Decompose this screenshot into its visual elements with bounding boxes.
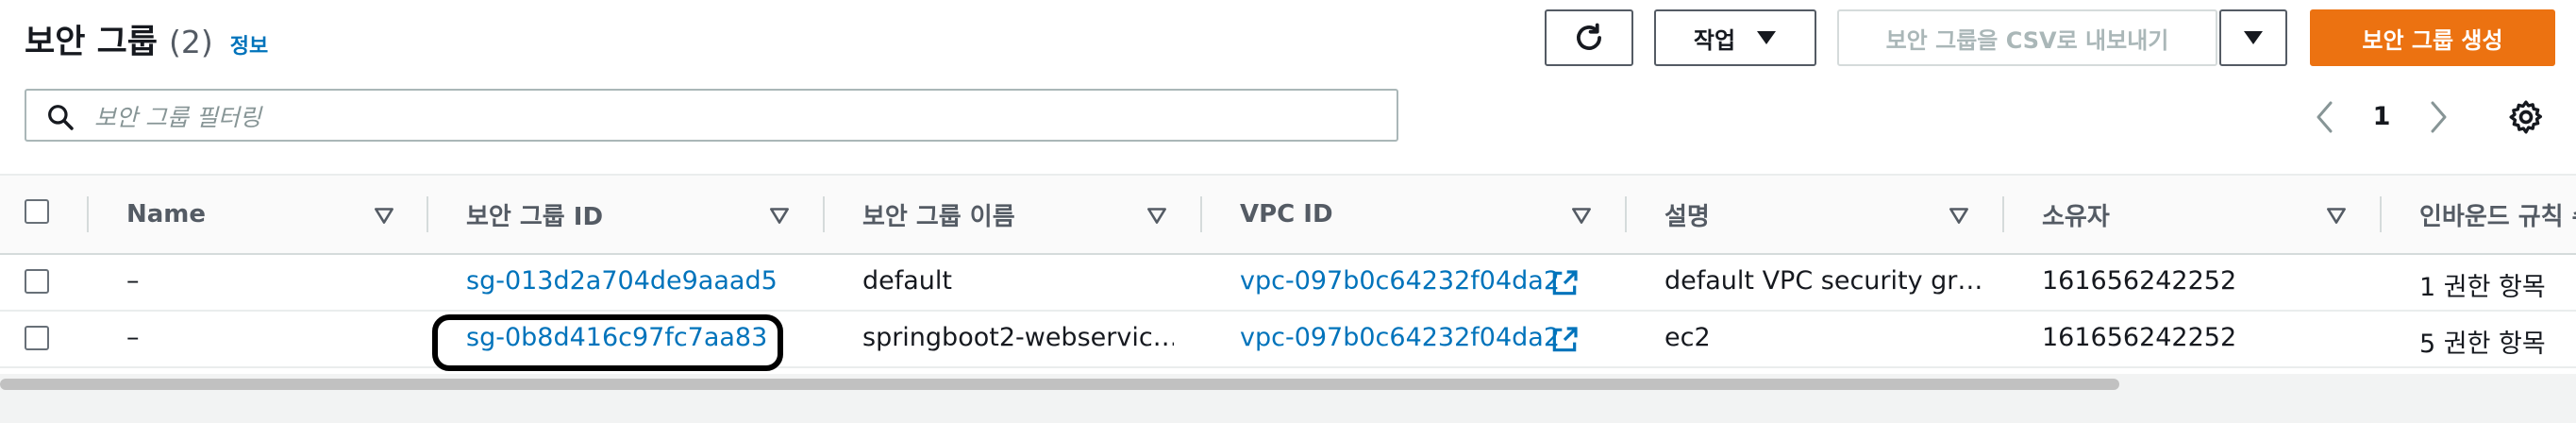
actions-label: 작업 [1693,26,1736,54]
column-header-owner[interactable]: 소유자 [2042,176,2110,253]
highlight-annotation [432,314,783,371]
refresh-icon [1577,23,1601,50]
page-title: 보안 그룹 [25,24,158,61]
scrollbar-thumb[interactable] [0,379,2119,390]
owner: 161656242252 [2042,323,2237,352]
current-page-number[interactable]: 1 [2367,98,2396,136]
column-divider [87,196,89,232]
inbound-rules: 1 권한 항목 [2419,273,2546,302]
column-header-inbound-rules[interactable]: 인바운드 규칙 수 [2419,176,2576,253]
row-name: – [126,323,140,352]
previous-page-icon[interactable] [2314,100,2336,134]
search-icon [48,105,74,130]
info-link[interactable]: 정보 [230,29,268,59]
security-group-name: default [862,266,953,296]
page-header: 보안 그룹 (2) 정보 [25,15,268,62]
column-header-sg-id[interactable]: 보안 그룹 ID [466,176,603,253]
security-group-count: (2) [169,24,213,60]
column-divider [2002,196,2004,232]
row-divider [0,366,2576,368]
inbound-rules: 5 권한 항목 [2419,330,2546,359]
export-options-button[interactable] [2219,9,2287,66]
select-all-checkbox[interactable] [25,199,49,224]
export-csv-label: 보안 그룹을 CSV로 내보내기 [1885,26,2169,54]
external-link-icon[interactable] [1549,268,1580,298]
description: ec2 [1664,323,1711,352]
sort-caret-icon[interactable] [1145,203,1169,228]
search-box [25,89,1398,142]
search-input[interactable] [92,98,1380,136]
security-group-id-link[interactable]: sg-013d2a704de9aaad5 [466,266,778,296]
column-divider [427,196,428,232]
actions-dropdown-button[interactable]: 작업 [1654,9,1816,66]
security-group-name: springboot2-webservic… [862,323,1174,352]
sort-caret-icon[interactable] [1947,203,1971,228]
export-csv-button[interactable]: 보안 그룹을 CSV로 내보내기 [1837,9,2217,66]
refresh-button[interactable] [1545,9,1633,66]
column-divider [823,196,825,232]
owner: 161656242252 [2042,266,2237,296]
caret-down-icon [1757,31,1777,44]
sort-caret-icon[interactable] [372,203,396,228]
row-checkbox[interactable] [25,326,49,350]
column-header-name[interactable]: Name [126,176,206,253]
column-divider [1200,196,1202,232]
column-header-vpc-id[interactable]: VPC ID [1240,176,1333,253]
vpc-id-link[interactable]: vpc-097b0c64232f04da2 [1240,266,1560,296]
settings-gear-icon[interactable] [2507,98,2545,136]
column-divider [1625,196,1627,232]
sort-caret-icon[interactable] [767,203,792,228]
row-divider [0,310,2576,312]
next-page-icon[interactable] [2427,100,2450,134]
column-header-description[interactable]: 설명 [1664,176,1710,253]
caret-down-icon [2244,31,2263,44]
description: default VPC security gr… [1664,266,1982,296]
create-security-group-button[interactable]: 보안 그룹 생성 [2310,9,2555,66]
sort-caret-icon[interactable] [2324,203,2349,228]
column-divider [2380,196,2382,232]
row-name: – [126,266,140,296]
table-header-border [0,253,2576,255]
create-security-group-label: 보안 그룹 생성 [2362,26,2503,54]
column-header-sg-name[interactable]: 보안 그룹 이름 [862,176,1015,253]
row-checkbox[interactable] [25,269,49,294]
external-link-icon[interactable] [1549,325,1580,355]
vpc-id-link[interactable]: vpc-097b0c64232f04da2 [1240,323,1560,352]
sort-caret-icon[interactable] [1569,203,1594,228]
